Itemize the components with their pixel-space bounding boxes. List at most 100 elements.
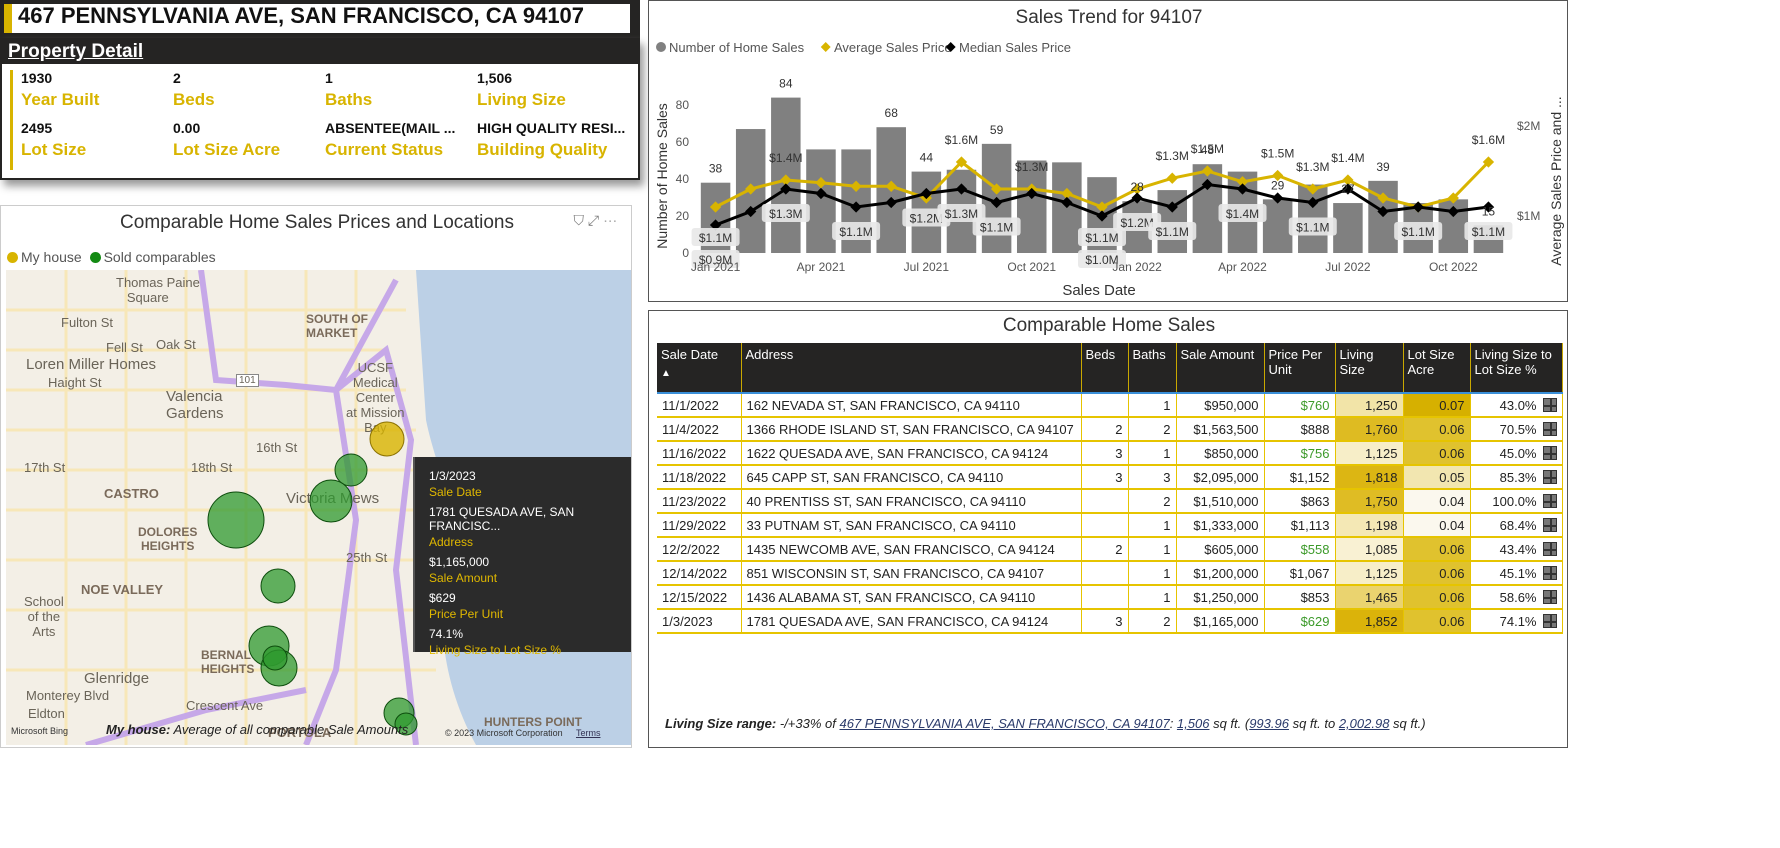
column-header[interactable]: Lot Size Acre: [1403, 343, 1471, 394]
note-text: Average of all comparable Sale Amounts: [173, 722, 409, 737]
table-row[interactable]: 12/14/2022 851 WISCONSIN ST, SAN FRANCISC…: [657, 561, 1563, 586]
property-detail-card: Property Detail 1930 Year Built 2 Beds 1 Bath…: [0, 38, 640, 180]
column-header-label: Lot Size Acre: [1407, 347, 1455, 377]
column-header[interactable]: Living Size: [1335, 343, 1404, 394]
table-cell: 0.06: [1403, 561, 1471, 586]
table-cell: 2: [1081, 417, 1129, 442]
legend-label: Average Sales Price: [834, 40, 952, 55]
column-header[interactable]: Price Per Unit: [1264, 343, 1336, 394]
table-cell: 1,125: [1335, 561, 1404, 586]
cell-value: 0.06: [1439, 541, 1465, 557]
cell-value: 0.06: [1439, 613, 1465, 629]
table-row[interactable]: 11/18/2022 645 CAPP ST, SAN FRANCISCO, CA…: [657, 465, 1563, 490]
legend-sold-comparables[interactable]: Sold comparables: [104, 249, 216, 265]
column-header-label: Living Size: [1339, 347, 1374, 377]
property-field-beds: 2 Beds: [173, 70, 215, 110]
tooltip-key: Price Per Unit: [429, 607, 504, 621]
comparable-bubble[interactable]: [262, 645, 288, 671]
column-header[interactable]: Living Size to Lot Size %: [1470, 343, 1563, 394]
table-cell: $853: [1264, 585, 1336, 610]
median-data-label: $1.1M: [699, 231, 732, 245]
table-cell: 3: [1081, 465, 1129, 490]
cell-value: 162 NEVADA ST, SAN FRANCISCO, CA 94110: [746, 397, 1020, 413]
comparable-bubble[interactable]: [260, 568, 296, 604]
comparable-bubble[interactable]: [207, 491, 265, 549]
column-header[interactable]: Baths: [1128, 343, 1177, 394]
table-cell: 11/29/2022: [657, 513, 742, 538]
x-tick-label: Jul 2021: [904, 260, 950, 274]
cell-value: 40 PRENTISS ST, SAN FRANCISCO, CA 94110: [746, 493, 1026, 509]
sold-legend-dot: [89, 252, 101, 263]
table-cell: 1,085: [1335, 537, 1404, 562]
comparable-bubble[interactable]: [334, 453, 368, 487]
range-size: 1,506: [1176, 716, 1210, 731]
cell-value: 2: [1163, 493, 1171, 509]
table-cell: $1,333,000: [1176, 513, 1265, 538]
range-high: 2,002.98: [1338, 716, 1390, 731]
tooltip-key: Address: [429, 535, 474, 549]
column-header-label: Sale Amount: [1180, 347, 1255, 362]
table-cell: 74.1%: [1470, 609, 1563, 634]
table-row[interactable]: 11/29/2022 33 PUTNAM ST, SAN FRANCISCO, C…: [657, 513, 1563, 538]
column-header[interactable]: Sale Amount: [1176, 343, 1265, 394]
table-cell: 1: [1128, 513, 1177, 538]
table-cell: 11/1/2022: [657, 393, 742, 418]
column-header[interactable]: Sale Date ▲: [657, 343, 742, 394]
table-cell: $1,165,000: [1176, 609, 1265, 634]
column-header[interactable]: Address: [741, 343, 1082, 394]
legend-my-house[interactable]: My house: [21, 249, 82, 265]
table-row[interactable]: 11/16/2022 1622 QUESADA AVE, SAN FRANCISC…: [657, 441, 1563, 466]
table-cell: 12/14/2022: [657, 561, 742, 586]
table-cell: $1,067: [1264, 561, 1336, 586]
data-bar-icon: [1542, 565, 1557, 580]
cell-value: 1: [1163, 565, 1171, 581]
cell-value: 0.04: [1439, 493, 1465, 509]
table-cell: 1366 RHODE ISLAND ST, SAN FRANCISCO, CA …: [741, 417, 1082, 442]
cell-value: 2: [1163, 421, 1171, 437]
terms-link[interactable]: Terms: [576, 728, 601, 738]
comparable-bubble[interactable]: [309, 479, 353, 523]
table-cell: 45.0%: [1470, 441, 1563, 466]
table-row[interactable]: 11/4/2022 1366 RHODE ISLAND ST, SAN FRANC…: [657, 417, 1563, 442]
table-row[interactable]: 12/2/2022 1435 NEWCOMB AVE, SAN FRANCISCO…: [657, 537, 1563, 562]
table-cell: 1,818: [1335, 465, 1404, 490]
comparable-sales-table: Sale Date ▲ Address Beds Baths Sale Amount Pri…: [657, 343, 1563, 634]
field-value: 1930: [21, 70, 53, 86]
table-cell: $558: [1264, 537, 1336, 562]
cell-value: 1,125: [1364, 565, 1398, 581]
map-tooltip: 1/3/2023 Sale Date 1781 QUESADA AVE, SAN F…: [413, 457, 631, 657]
cell-value: 12/2/2022: [662, 541, 720, 557]
cell-value: 1,760: [1364, 421, 1398, 437]
cell-value: $1,067: [1289, 565, 1330, 581]
column-header-label: Baths: [1132, 347, 1166, 362]
cell-value: 11/4/2022: [662, 421, 719, 437]
cell-value: 3: [1115, 469, 1123, 485]
cell-value: $950,000: [1204, 397, 1259, 413]
focus-mode-icon[interactable]: ⤢: [588, 212, 599, 228]
table-cell: 0.04: [1403, 489, 1471, 514]
cell-value: $605,000: [1204, 541, 1259, 557]
median-data-label: $1.1M: [1156, 225, 1189, 239]
table-cell: 0.07: [1403, 393, 1471, 418]
visual-header-icons: ⛉ ⤢ ⋯: [574, 212, 617, 229]
table-cell: 1,250: [1335, 393, 1404, 418]
filter-icon[interactable]: ⛉: [574, 212, 585, 228]
bar-home-sales: [1016, 160, 1047, 253]
table-row[interactable]: 11/23/2022 40 PRENTISS ST, SAN FRANCISCO,…: [657, 489, 1563, 514]
cell-value: $1,200,000: [1193, 565, 1259, 581]
cell-value: $850,000: [1204, 445, 1259, 461]
tooltip-key: Sale Amount: [429, 571, 498, 585]
table-cell: 1,750: [1335, 489, 1404, 514]
my-house-bubble[interactable]: [369, 421, 405, 457]
table-cell: $760: [1264, 393, 1336, 418]
table-row[interactable]: 12/15/2022 1436 ALABAMA ST, SAN FRANCISCO…: [657, 585, 1563, 610]
table-row[interactable]: 11/1/2022 162 NEVADA ST, SAN FRANCISCO, C…: [657, 393, 1563, 418]
more-options-icon[interactable]: ⋯: [603, 212, 617, 228]
table-row[interactable]: 1/3/2023 1781 QUESADA AVE, SAN FRANCISCO,…: [657, 609, 1563, 634]
tooltip-value: 74.1%: [429, 627, 464, 641]
x-tick-label: Oct 2021: [1007, 260, 1056, 274]
bar-data-label: 28: [1130, 180, 1144, 194]
median-data-label: $1.1M: [1296, 221, 1329, 235]
column-header[interactable]: Beds: [1081, 343, 1129, 394]
table-cell: [1081, 393, 1129, 418]
